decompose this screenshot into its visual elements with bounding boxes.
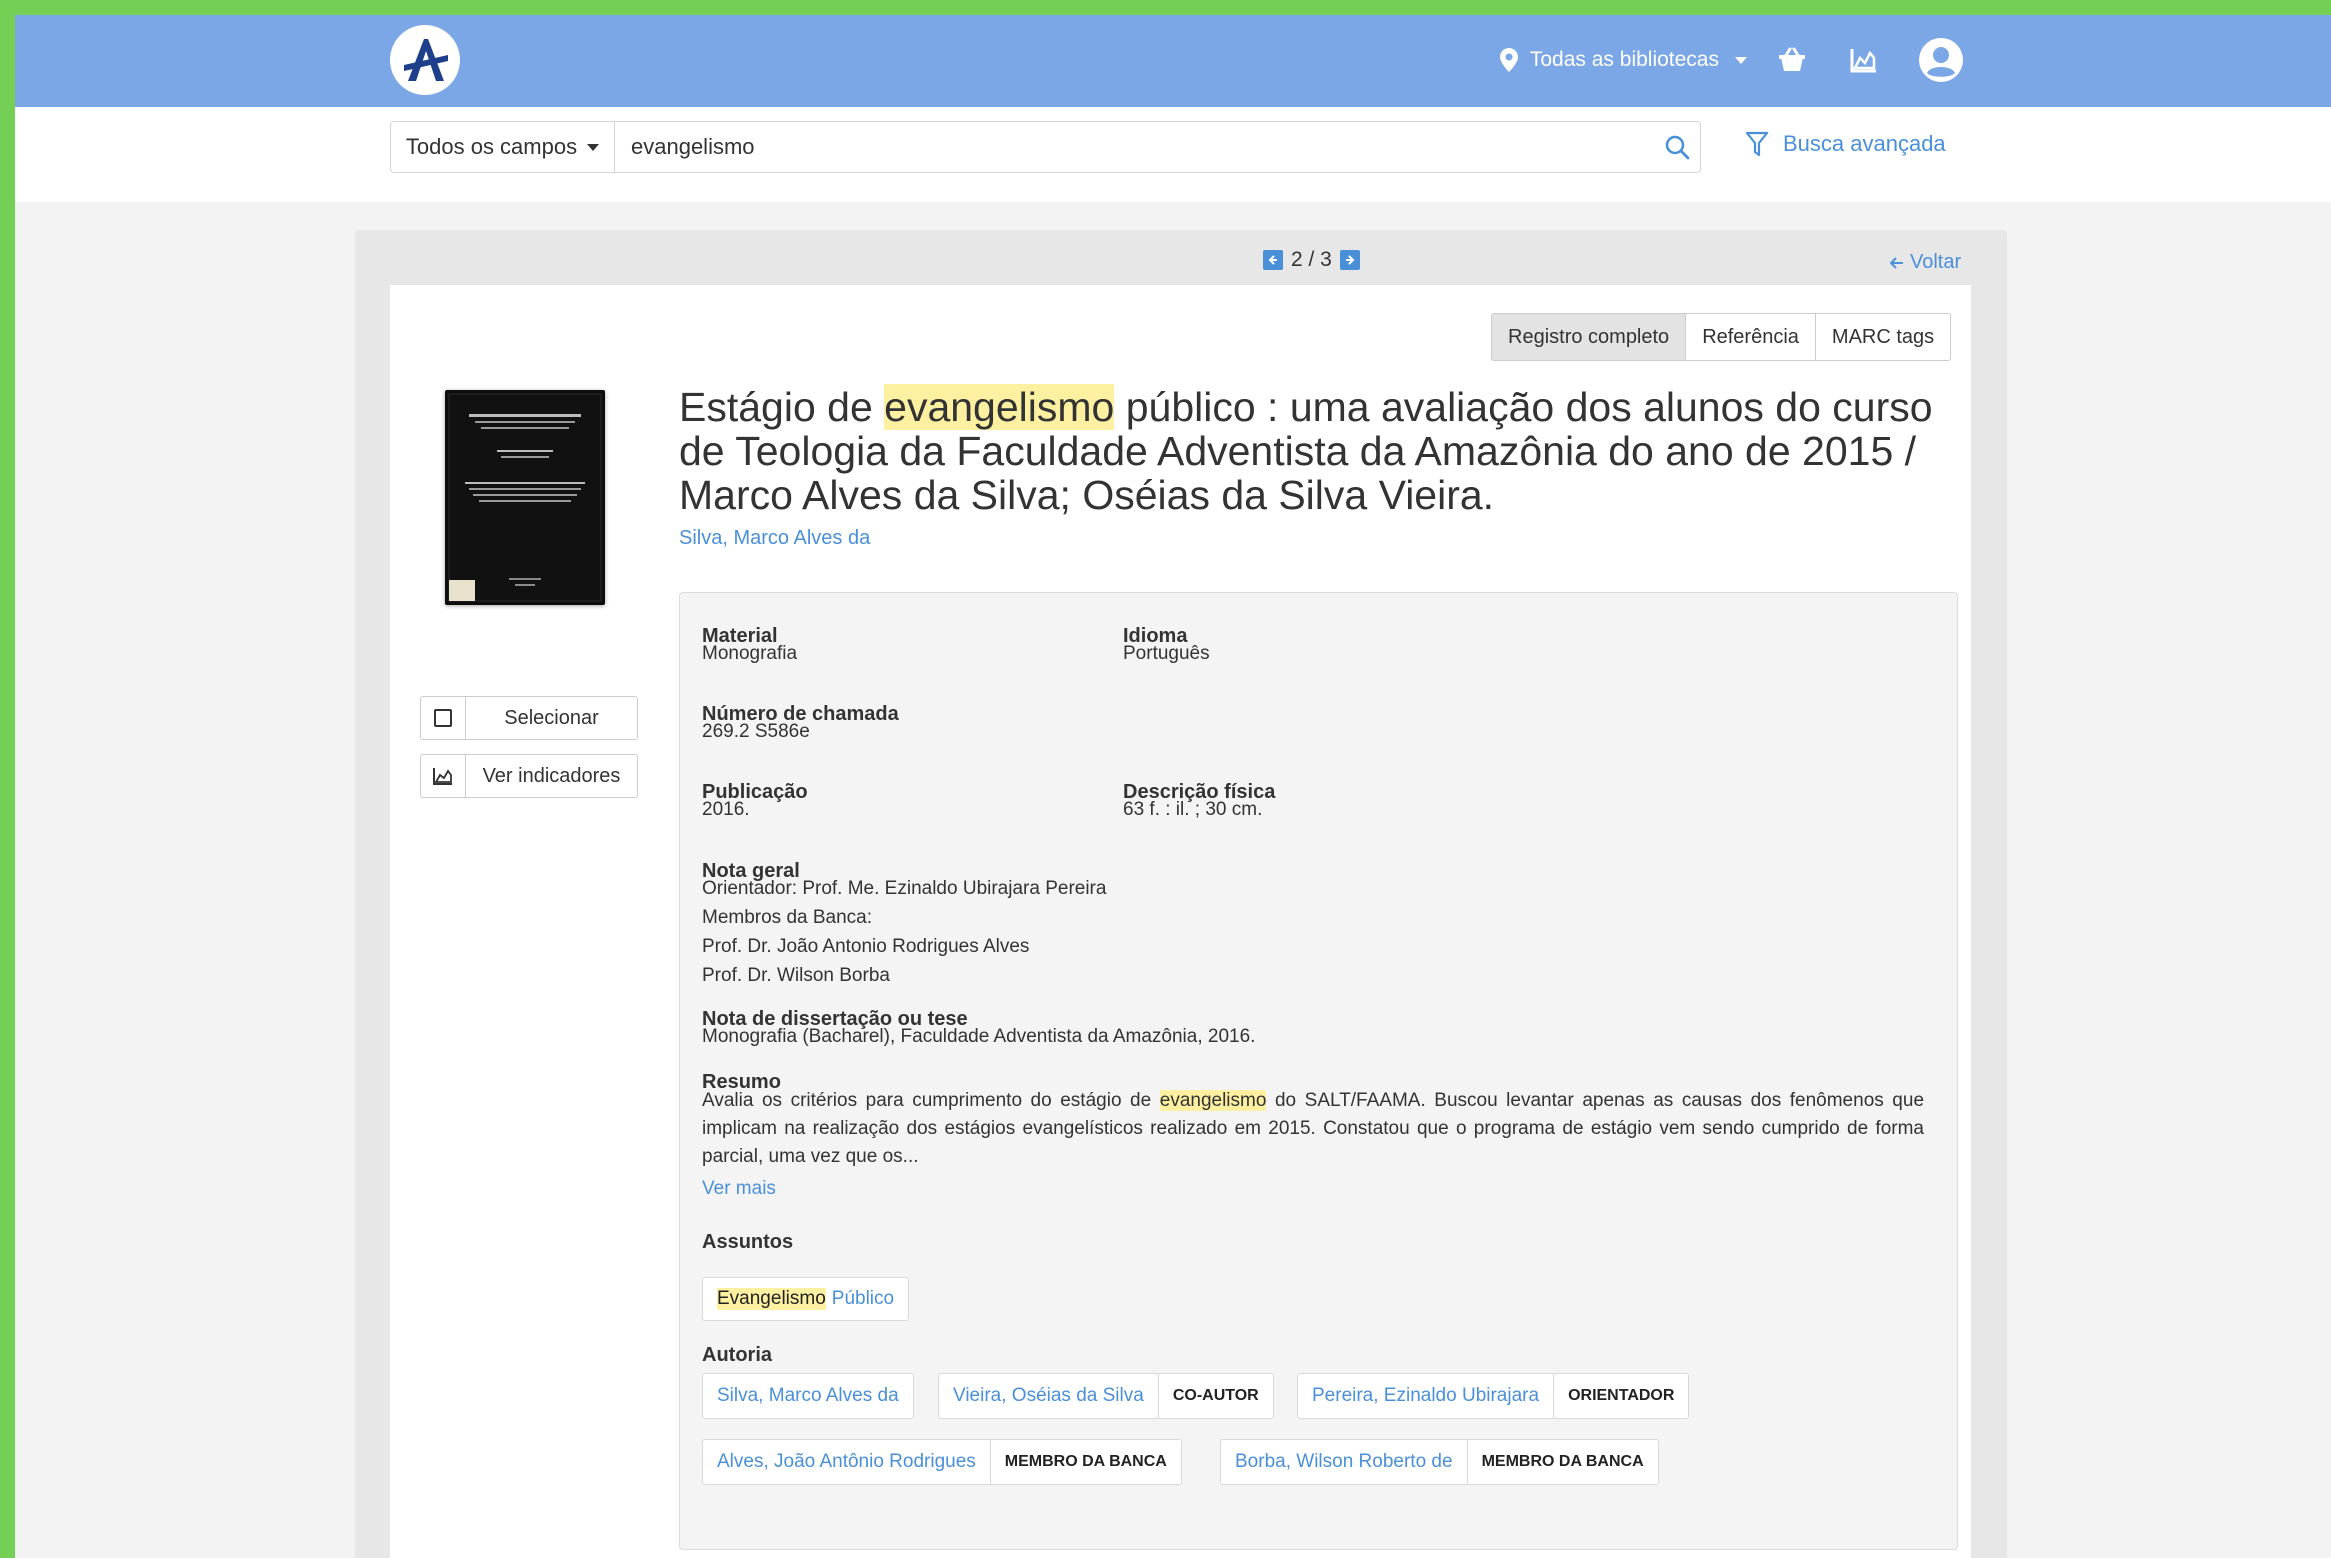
see-more-link[interactable]: Ver mais xyxy=(702,1178,776,1200)
search-icon xyxy=(1665,135,1689,160)
chart-area-icon xyxy=(1850,49,1876,73)
author-name: Borba, Wilson Roberto de xyxy=(1235,1451,1453,1472)
main-author-link[interactable]: Silva, Marco Alves da xyxy=(679,527,870,550)
tab-registro-completo[interactable]: Registro completo xyxy=(1491,313,1687,361)
author-chip[interactable]: Vieira, Oséias da Silva CO-AUTOR xyxy=(938,1373,1274,1419)
next-record-button[interactable] xyxy=(1339,250,1360,270)
tab-referencia[interactable]: Referência xyxy=(1685,313,1816,361)
author-chip[interactable]: Borba, Wilson Roberto de MEMBRO DA BANCA xyxy=(1220,1439,1659,1485)
library-select[interactable]: Todas as bibliotecas xyxy=(1499,41,1747,79)
title-prefix: Estágio de xyxy=(679,384,885,430)
arrow-right-icon xyxy=(1345,255,1355,265)
search-button[interactable] xyxy=(1653,121,1701,173)
call-number-value: 269.2 S586e xyxy=(702,721,810,742)
tab-marc-tags[interactable]: MARC tags xyxy=(1814,313,1952,361)
book-cover-image xyxy=(445,390,605,605)
physical-description-value: 63 f. : il. ; 30 cm. xyxy=(1123,799,1263,820)
thesis-note-value: Monografia (Bacharel), Faculdade Adventi… xyxy=(702,1026,1256,1047)
general-note-line: Prof. Dr. Wilson Borba xyxy=(702,965,890,986)
author-name: Alves, João Antônio Rodrigues xyxy=(717,1451,976,1472)
author-name: Vieira, Oséias da Silva xyxy=(953,1385,1144,1406)
record-pager: 2 / 3 xyxy=(1263,248,1360,272)
arrow-left-icon xyxy=(1268,255,1277,265)
search-input[interactable] xyxy=(614,121,1654,173)
advanced-search-label: Busca avançada xyxy=(1783,131,1946,156)
filter-icon xyxy=(1745,131,1769,157)
general-note-line: Orientador: Prof. Me. Ezinaldo Ubirajara… xyxy=(702,878,1107,899)
author-role-badge: MEMBRO DA BANCA xyxy=(1466,1440,1658,1484)
chevron-down-icon xyxy=(587,143,600,151)
publication-value: 2016. xyxy=(702,799,750,820)
chart-area-icon xyxy=(433,768,452,785)
author-name: Silva, Marco Alves da xyxy=(717,1385,899,1406)
subject-chip[interactable]: Evangelismo Público xyxy=(702,1277,910,1321)
general-note-line: Prof. Dr. João Antonio Rodrigues Alves xyxy=(702,936,1030,957)
search-field-select-label: Todos os campos xyxy=(405,134,578,159)
title-highlight: evangelismo xyxy=(884,384,1115,430)
material-value: Monografia xyxy=(702,643,798,664)
author-chip[interactable]: Silva, Marco Alves da xyxy=(702,1373,914,1419)
back-link-label: Voltar xyxy=(1910,251,1962,273)
author-role-badge: MEMBRO DA BANCA xyxy=(989,1440,1181,1484)
view-indicators-label: Ver indicadores xyxy=(482,764,621,787)
back-arrow-icon xyxy=(1890,256,1903,269)
authorship-label: Autoria xyxy=(702,1344,772,1366)
subject-subterm: Público xyxy=(831,1288,895,1309)
logo[interactable] xyxy=(390,25,460,95)
pager-position: 2 / 3 xyxy=(1291,248,1332,271)
author-role-badge: ORIENTADOR xyxy=(1553,1374,1688,1418)
record-title: Estágio de evangelismo público : uma ava… xyxy=(679,384,1979,517)
back-link[interactable]: Voltar xyxy=(1890,251,1961,274)
author-role-badge: CO-AUTOR xyxy=(1157,1374,1273,1418)
abstract-prefix: Avalia os critérios para cumprimento do … xyxy=(702,1090,1160,1111)
idioma-value: Português xyxy=(1123,643,1210,664)
search-field-select[interactable]: Todos os campos xyxy=(390,121,614,173)
select-record-label: Selecionar xyxy=(504,706,599,729)
indicators-button[interactable] xyxy=(1845,41,1883,79)
library-select-label: Todas as bibliotecas xyxy=(1529,48,1719,71)
select-record-button[interactable]: Selecionar xyxy=(420,696,638,740)
author-name: Pereira, Ezinaldo Ubirajara xyxy=(1312,1385,1540,1406)
view-indicators-button[interactable]: Ver indicadores xyxy=(420,754,638,798)
book-cover-art xyxy=(448,393,602,602)
logo-icon xyxy=(404,39,448,81)
user-avatar-icon xyxy=(1919,38,1963,82)
previous-record-button[interactable] xyxy=(1263,250,1283,270)
abstract-text: Avalia os critérios para cumprimento do … xyxy=(702,1087,1924,1171)
record-view-tabs: Registro completo Referência MARC tags xyxy=(1491,313,1952,361)
author-chip[interactable]: Pereira, Ezinaldo Ubirajara ORIENTADOR xyxy=(1297,1373,1690,1419)
subjects-label: Assuntos xyxy=(702,1231,794,1253)
author-chip[interactable]: Alves, João Antônio Rodrigues MEMBRO DA … xyxy=(702,1439,1182,1485)
user-account-button[interactable] xyxy=(1918,37,1964,83)
chevron-down-icon xyxy=(1735,56,1747,64)
subject-term: Evangelismo xyxy=(717,1288,826,1310)
app-frame: Todas as bibliotecas Todos os campos eva… xyxy=(15,15,2331,1558)
record-details: Material Monografia Idioma Português Núm… xyxy=(679,592,1958,1550)
basket-button[interactable] xyxy=(1773,41,1811,79)
basket-icon xyxy=(1779,47,1805,71)
top-navbar: Todas as bibliotecas xyxy=(15,15,2331,107)
map-pin-icon xyxy=(1499,48,1518,72)
abstract-highlight: evangelismo xyxy=(1159,1090,1267,1111)
general-note-line: Membros da Banca: xyxy=(702,907,873,928)
advanced-search-link[interactable]: Busca avançada xyxy=(1745,131,1946,157)
checkbox-icon xyxy=(434,709,452,727)
